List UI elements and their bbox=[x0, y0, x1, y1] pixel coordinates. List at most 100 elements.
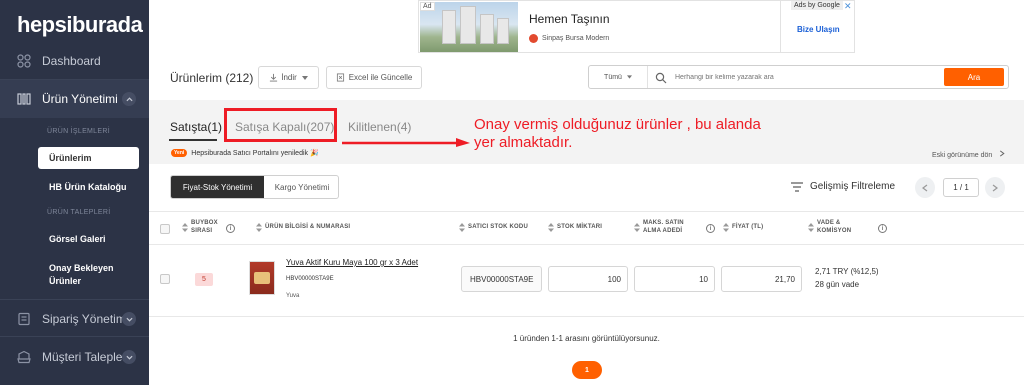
new-badge: Yeni bbox=[171, 149, 188, 157]
sidebar-item-hb-katalog[interactable]: HB Ürün Kataloğu bbox=[49, 181, 127, 194]
sidebar-item-label: Ürün Yönetimi bbox=[42, 92, 118, 106]
sidebar-item-gorsel-galeri[interactable]: Görsel Galeri bbox=[49, 233, 106, 246]
sidebar-item-siparis[interactable]: Sipariş Yönetimi bbox=[0, 311, 149, 327]
column-label: BUYBOX bbox=[191, 220, 218, 226]
column-stok[interactable]: STOK MİKTARI bbox=[548, 223, 603, 232]
building-shape bbox=[460, 6, 476, 44]
chevron-down-icon[interactable] bbox=[122, 350, 136, 364]
sidebar-item-urunlerim[interactable]: Ürünlerim bbox=[38, 147, 139, 169]
advertiser-logo-icon bbox=[529, 34, 538, 43]
excel-update-button[interactable]: Excel ile Güncelle bbox=[326, 66, 422, 89]
contact-us-link[interactable]: Bize Ulaşın bbox=[797, 25, 840, 34]
ad-title[interactable]: Hemen Taşının bbox=[529, 12, 610, 26]
caret-down-icon bbox=[301, 75, 308, 80]
info-icon[interactable]: i bbox=[706, 224, 715, 233]
building-shape bbox=[497, 18, 509, 44]
product-icon bbox=[17, 93, 31, 105]
dashboard-icon bbox=[17, 54, 31, 68]
active-tab-indicator bbox=[169, 139, 217, 141]
page-title: Ürünlerim (212) bbox=[170, 71, 254, 85]
section-heading: ÜRÜN İŞLEMLERİ bbox=[47, 128, 110, 135]
column-satici-stok[interactable]: SATICI STOK KODU bbox=[459, 223, 528, 232]
download-icon bbox=[270, 73, 278, 82]
search-button[interactable]: Ara bbox=[944, 68, 1004, 86]
download-button[interactable]: İndir bbox=[258, 66, 319, 89]
sort-icon bbox=[459, 223, 465, 232]
building-shape bbox=[480, 14, 494, 44]
product-image[interactable] bbox=[249, 261, 275, 295]
chevron-up-icon[interactable] bbox=[122, 92, 136, 106]
excel-update-label: Excel ile Güncelle bbox=[348, 73, 413, 82]
sort-icon bbox=[256, 223, 262, 232]
sort-icon bbox=[808, 223, 814, 232]
search-input[interactable] bbox=[675, 70, 925, 84]
tab-satista[interactable]: Satışta(1) bbox=[170, 120, 222, 134]
advanced-filter-label: Gelişmiş Filtreleme bbox=[810, 181, 896, 192]
column-label: ÜRÜN BİLGİSİ & NUMARASI bbox=[265, 224, 351, 230]
price-input[interactable]: 21,70 bbox=[721, 266, 802, 292]
sidebar-item-label: Ürünler bbox=[49, 276, 82, 286]
sidebar-item-onay-bekleyen[interactable]: Onay Bekleyen Ürünler bbox=[49, 262, 114, 288]
select-all-checkbox[interactable] bbox=[160, 224, 170, 234]
column-label: STOK MİKTARI bbox=[557, 224, 603, 230]
filter-icon bbox=[791, 181, 803, 192]
sidebar-item-label: Sipariş Yönetimi bbox=[42, 312, 129, 326]
info-icon[interactable]: i bbox=[878, 224, 887, 233]
sort-icon bbox=[634, 223, 640, 232]
old-view-label: Eski görünüme dön bbox=[932, 152, 993, 159]
column-maks-satin[interactable]: MAKS. SATIN ALMA ADEDİ bbox=[634, 219, 684, 235]
column-label: SIRASI bbox=[191, 228, 213, 234]
row-checkbox[interactable] bbox=[160, 274, 170, 284]
prev-page-button[interactable] bbox=[915, 177, 935, 198]
sidebar-item-urun-yonetimi[interactable]: Ürün Yönetimi bbox=[0, 91, 149, 107]
portal-news-text: Hepsiburada Satıcı Portalını yeniledik 🎉 bbox=[191, 150, 319, 157]
stock-quantity-input[interactable]: 100 bbox=[548, 266, 628, 292]
divider bbox=[780, 1, 781, 53]
next-page-button[interactable] bbox=[985, 177, 1005, 198]
column-label: MAKS. SATIN bbox=[643, 220, 684, 226]
column-vade[interactable]: VADE & KOMİSYON bbox=[808, 219, 852, 235]
results-summary: 1 üründen 1-1 arasını görüntülüyorsunuz. bbox=[513, 334, 660, 343]
sidebar-item-dashboard[interactable]: Dashboard bbox=[0, 53, 149, 69]
divider bbox=[0, 299, 149, 300]
ads-by-google[interactable]: Ads by Google bbox=[791, 1, 843, 10]
portal-news[interactable]: Yeni Hepsiburada Satıcı Portalını yenile… bbox=[171, 149, 319, 157]
buybox-rank-badge: 5 bbox=[195, 273, 213, 286]
column-fiyat[interactable]: FİYAT (TL) bbox=[723, 223, 763, 232]
tab-kilitlenen[interactable]: Kilitlenen(4) bbox=[348, 120, 411, 134]
pager-top: 1 / 1 bbox=[915, 177, 1007, 198]
advanced-filter-button[interactable]: Gelişmiş Filtreleme bbox=[791, 181, 895, 192]
search-box: Tümü Ara bbox=[588, 65, 1009, 89]
table-header: BUYBOX SIRASI i ÜRÜN BİLGİSİ & NUMARASI … bbox=[149, 211, 1024, 245]
sidebar-item-label: Onay Bekleyen bbox=[49, 263, 114, 273]
view-toggle: Fiyat-Stok Yönetimi Kargo Yönetimi bbox=[170, 175, 339, 199]
search-scope-select[interactable]: Tümü bbox=[589, 66, 648, 88]
commission-text: 2,71 TRY (%12,5) bbox=[815, 267, 879, 276]
chevron-right-icon bbox=[1000, 150, 1005, 157]
section-heading: ÜRÜN TALEPLERİ bbox=[47, 209, 111, 216]
order-icon bbox=[18, 312, 30, 326]
column-label: KOMİSYON bbox=[817, 228, 852, 234]
info-icon[interactable]: i bbox=[226, 224, 235, 233]
building-shape bbox=[442, 10, 456, 44]
old-view-link[interactable]: Eski görünüme dön bbox=[932, 150, 1005, 159]
column-label: SATICI STOK KODU bbox=[468, 224, 528, 230]
stock-code-field: HBV00000STA9E bbox=[461, 266, 542, 292]
ad-image[interactable] bbox=[420, 2, 518, 52]
customer-icon bbox=[17, 350, 31, 364]
product-name-link[interactable]: Yuva Aktif Kuru Maya 100 gr x 3 Adet bbox=[286, 258, 418, 267]
ad-banner[interactable]: Ad Hemen Taşının Sinpaş Bursa Modern Ads… bbox=[418, 0, 855, 53]
chevron-down-icon[interactable] bbox=[122, 312, 136, 326]
column-buybox[interactable]: BUYBOX SIRASI bbox=[182, 219, 218, 235]
column-urun-bilgisi[interactable]: ÜRÜN BİLGİSİ & NUMARASI bbox=[256, 223, 351, 232]
sidebar-item-musteri[interactable]: Müşteri Talepleri bbox=[0, 349, 149, 365]
chevron-right-icon bbox=[992, 184, 998, 191]
page-1-button[interactable]: 1 bbox=[572, 361, 602, 379]
annotation-arrow bbox=[342, 138, 470, 147]
max-quantity-input[interactable]: 10 bbox=[634, 266, 715, 292]
term-text: 28 gün vade bbox=[815, 280, 860, 289]
tab-kargo[interactable]: Kargo Yönetimi bbox=[264, 176, 338, 198]
hepsiburada-logo[interactable]: hepsiburada bbox=[17, 12, 143, 38]
close-ad-button[interactable]: ✕ bbox=[844, 1, 852, 12]
tab-fiyat-stok[interactable]: Fiyat-Stok Yönetimi bbox=[171, 176, 264, 198]
